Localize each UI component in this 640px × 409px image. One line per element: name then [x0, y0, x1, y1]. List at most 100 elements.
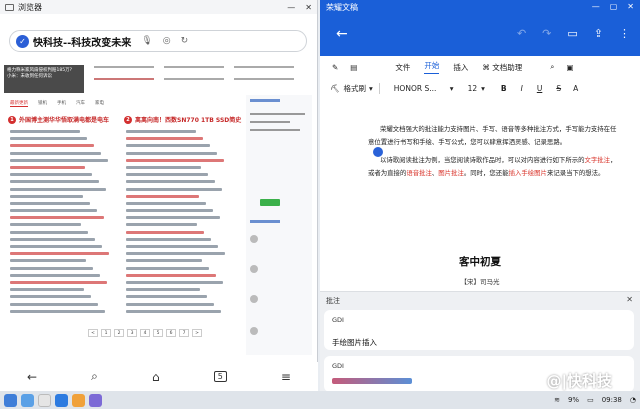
list-item[interactable] — [10, 165, 85, 169]
list-item[interactable] — [10, 302, 98, 306]
list-item[interactable] — [10, 259, 86, 263]
minimize-icon[interactable]: — — [287, 3, 295, 12]
list-item[interactable] — [10, 280, 107, 284]
list-item[interactable] — [126, 223, 197, 227]
list-item[interactable] — [126, 273, 216, 277]
page-button[interactable]: 6 — [166, 329, 176, 337]
italic-button[interactable]: I — [521, 84, 523, 93]
app-icon-notes[interactable] — [72, 393, 85, 407]
list-item[interactable] — [10, 194, 83, 198]
undo-icon[interactable]: ↶ — [517, 27, 526, 40]
list-item[interactable] — [10, 137, 87, 141]
list-item[interactable] — [126, 230, 204, 234]
para2-annotation-drawing[interactable]: 插入手绘图片 — [509, 169, 547, 177]
close-icon[interactable]: ✕ — [626, 295, 633, 304]
save-icon[interactable]: ▭ — [567, 27, 577, 40]
format-painter-label[interactable]: 格式刷 — [344, 83, 367, 94]
list-item[interactable] — [126, 245, 218, 248]
page-button[interactable]: 2 — [114, 329, 124, 337]
list-item[interactable] — [126, 288, 200, 292]
para2-annotation-voice[interactable]: 语音批注 — [406, 169, 432, 177]
list-item[interactable] — [126, 209, 213, 213]
underline-button[interactable]: U — [537, 84, 543, 93]
list-item[interactable] — [126, 130, 196, 133]
headline-2[interactable]: 2 离离向南！西数SN770 1TB SSD简史 — [124, 115, 241, 124]
list-item[interactable] — [10, 216, 104, 220]
app-icon-files[interactable] — [38, 393, 51, 407]
clock[interactable]: 09:38 — [602, 396, 622, 404]
list-item[interactable] — [126, 194, 199, 198]
headline-1[interactable]: 1 外国博主测华华悟取满电都是电车 — [8, 115, 109, 124]
chevron-down-icon[interactable]: ▾ — [481, 84, 485, 93]
address-text[interactable]: 快科技--科技改变未来 — [33, 34, 131, 49]
more-icon[interactable]: ⋮ — [619, 27, 630, 40]
wifi-icon[interactable]: ≋ — [554, 396, 560, 404]
search-icon[interactable]: ⌕ — [91, 369, 98, 384]
close-icon[interactable]: ✕ — [305, 3, 312, 12]
page-button[interactable]: < — [88, 329, 98, 337]
menu-start[interactable]: 开始 — [424, 60, 440, 74]
list-item[interactable] — [126, 309, 221, 313]
redo-icon[interactable]: ↷ — [542, 27, 551, 40]
format-painter-icon[interactable]: ⛏ — [330, 84, 340, 93]
camera-icon[interactable]: ◎ — [163, 36, 171, 46]
home-icon[interactable]: ⌂ — [152, 370, 160, 384]
list-item[interactable] — [126, 187, 222, 191]
page-button[interactable]: 5 — [153, 329, 163, 337]
list-item[interactable] — [10, 144, 94, 148]
list-item[interactable] — [10, 266, 93, 270]
list-item[interactable] — [126, 144, 210, 148]
list-item[interactable] — [126, 237, 211, 241]
news-tab-latest[interactable]: 最新更新 — [10, 100, 28, 107]
list-item[interactable] — [10, 309, 105, 313]
list-item[interactable] — [126, 165, 201, 169]
list-item[interactable] — [10, 187, 106, 191]
list-item[interactable] — [126, 259, 202, 263]
strikethrough-button[interactable]: S — [556, 84, 561, 93]
menu-doc-assistant[interactable]: ⌘ 文档助理 — [482, 62, 522, 73]
para2-annotation-image[interactable]: 图片批注 — [438, 169, 464, 177]
list-item[interactable] — [10, 288, 84, 292]
list-item[interactable] — [10, 237, 95, 241]
list-item[interactable] — [10, 252, 109, 256]
list-item[interactable] — [126, 280, 223, 284]
minimize-icon[interactable]: — — [592, 2, 600, 11]
tabs-icon[interactable]: 5 — [213, 371, 227, 382]
maximize-icon[interactable]: ▢ — [610, 2, 618, 11]
list-item[interactable] — [10, 273, 100, 277]
annotation-card[interactable]: GDI 手绘图片插入 — [324, 310, 634, 350]
page-button[interactable]: 4 — [140, 329, 150, 337]
font-name-select[interactable]: HONOR S... — [394, 84, 450, 93]
app-icon-docs[interactable] — [4, 393, 17, 407]
list-item[interactable] — [10, 209, 97, 213]
app-icon-store[interactable] — [89, 393, 102, 407]
refresh-icon[interactable]: ↻ — [181, 36, 189, 46]
list-item[interactable] — [10, 158, 108, 162]
chevron-down-icon[interactable]: ▾ — [450, 84, 454, 93]
share-icon[interactable]: ⇪ — [594, 27, 603, 40]
list-item[interactable] — [126, 252, 225, 256]
list-item[interactable] — [10, 180, 99, 184]
list-item[interactable] — [126, 266, 209, 270]
news-tab-2[interactable]: 锁机 — [38, 100, 47, 107]
reading-icon[interactable]: ▣ — [566, 63, 573, 72]
page-button[interactable]: > — [192, 329, 202, 337]
back-icon[interactable]: ← — [27, 370, 37, 384]
top-banner[interactable]: 格力称米家风扇侵权判赔185万? 小米：未收到任何诉讼 — [4, 65, 84, 93]
text-color-icon[interactable]: A — [573, 84, 578, 93]
list-item[interactable] — [126, 158, 224, 162]
list-item[interactable] — [126, 295, 207, 299]
list-item[interactable] — [126, 302, 214, 306]
list-item[interactable] — [126, 173, 208, 177]
news-tab-appliance[interactable]: 家电 — [95, 100, 104, 107]
address-bar[interactable]: ✓ 快科技--科技改变未来 🎙 ◎ ↻ — [9, 30, 307, 52]
page-button[interactable]: 3 — [127, 329, 137, 337]
list-item[interactable] — [10, 223, 81, 227]
back-arrow-icon[interactable]: ← — [336, 26, 348, 42]
list-item[interactable] — [10, 245, 102, 248]
list-item[interactable] — [10, 173, 92, 177]
close-icon[interactable]: ✕ — [627, 2, 634, 11]
bold-button[interactable]: B — [501, 84, 507, 93]
list-item[interactable] — [10, 295, 91, 299]
news-tab-phone[interactable]: 手机 — [57, 100, 66, 107]
